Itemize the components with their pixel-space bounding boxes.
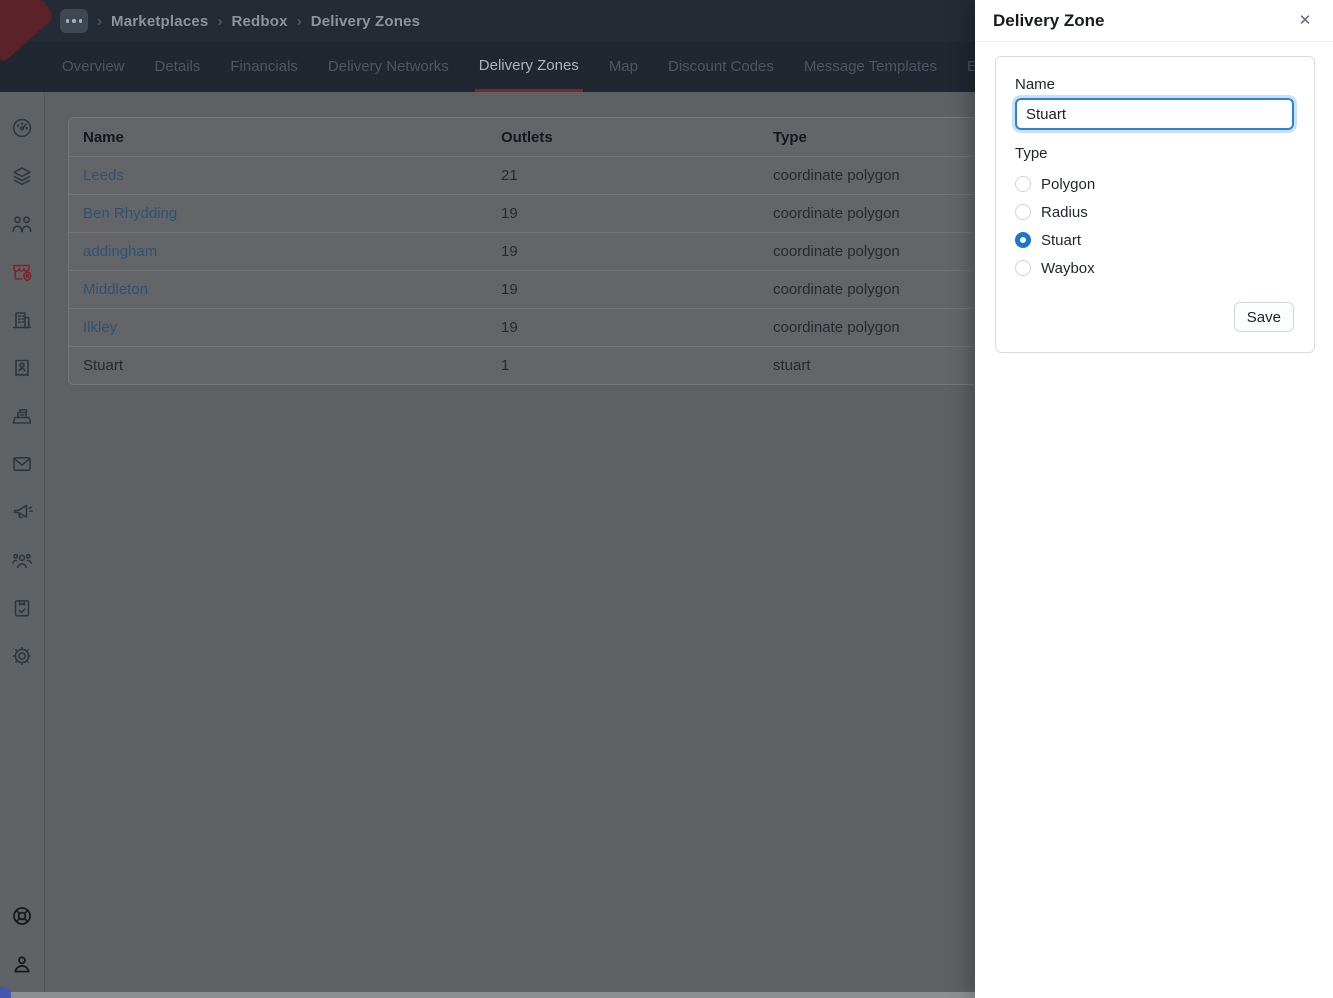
account-user-icon[interactable] (10, 952, 34, 976)
outlets-cell: 19 (501, 319, 518, 336)
delivery-zone-form: Name Type Polygon Radius Stuart Waybox S… (995, 56, 1315, 353)
outlets-cell: 21 (501, 167, 518, 184)
close-icon[interactable]: ✕ (1295, 11, 1315, 31)
clipboard-check-icon[interactable] (10, 596, 34, 620)
tab-message-templates[interactable]: Message Templates (800, 42, 941, 92)
outlets-cell: 19 (501, 205, 518, 222)
tab-financials[interactable]: Financials (226, 42, 302, 92)
column-header-name: Name (83, 128, 124, 146)
radio-option-radius[interactable]: Radius (1015, 198, 1294, 226)
ellipsis-icon (78, 19, 83, 23)
radio-option-polygon[interactable]: Polygon (1015, 170, 1294, 198)
drawer-title: Delivery Zone (993, 10, 1105, 30)
tab-map[interactable]: Map (605, 42, 642, 92)
tab-details[interactable]: Details (151, 42, 205, 92)
receipt-icon[interactable] (10, 356, 34, 380)
radio-option-waybox[interactable]: Waybox (1015, 254, 1294, 282)
ellipsis-icon (72, 19, 76, 23)
tab-delivery-networks[interactable]: Delivery Networks (324, 42, 453, 92)
settings-gear-icon[interactable] (10, 644, 34, 668)
chevron-right-icon: › (296, 12, 302, 30)
outlets-cell: 19 (501, 281, 518, 298)
ellipsis-icon (65, 19, 70, 23)
customers-icon[interactable] (10, 212, 34, 236)
zone-link[interactable]: Ben Rhydding (83, 205, 501, 222)
tab-discount-codes[interactable]: Discount Codes (664, 42, 778, 92)
radio-selected-icon[interactable] (1015, 232, 1031, 248)
radio-option-label: Radius (1041, 203, 1088, 221)
radio-unselected-icon[interactable] (1015, 204, 1031, 220)
radio-option-label: Stuart (1041, 231, 1082, 249)
radio-unselected-icon[interactable] (1015, 176, 1031, 192)
form-actions: Save (1015, 302, 1294, 332)
breadcrumb-item-redbox[interactable]: Redbox (231, 13, 287, 30)
zone-link[interactable]: Middleton (83, 281, 501, 298)
team-icon[interactable] (10, 548, 34, 572)
radio-option-label: Polygon (1041, 175, 1096, 193)
app-window: › Marketplaces › Redbox › Delivery Zones… (0, 0, 1333, 998)
tab-delivery-zones[interactable]: Delivery Zones (474, 42, 583, 92)
breadcrumb-item-marketplaces[interactable]: Marketplaces (111, 13, 208, 30)
outlets-cell: 19 (501, 243, 518, 260)
chevron-right-icon: › (217, 12, 223, 30)
cash-register-icon[interactable] (10, 404, 34, 428)
zone-link[interactable]: Ilkley (83, 319, 501, 336)
zone-link[interactable]: Leeds (83, 167, 501, 184)
megaphone-icon[interactable] (10, 500, 34, 524)
radio-option-label: Waybox (1041, 259, 1095, 277)
breadcrumb-menu-button[interactable] (60, 9, 88, 33)
help-lifebuoy-icon[interactable] (10, 904, 34, 928)
delivery-zone-drawer: Delivery Zone ✕ Name Type Polygon Radius… (975, 0, 1333, 998)
zone-link[interactable]: addingham (83, 243, 501, 260)
layers-icon[interactable] (10, 164, 34, 188)
column-header-outlets: Outlets (501, 128, 553, 146)
building-icon[interactable] (10, 308, 34, 332)
radio-option-stuart[interactable]: Stuart (1015, 226, 1294, 254)
sidebar (0, 92, 45, 998)
drawer-header: Delivery Zone ✕ (975, 0, 1333, 42)
dashboard-gauge-icon[interactable] (10, 116, 34, 140)
brand-logo (0, 0, 110, 95)
name-input[interactable] (1015, 98, 1294, 130)
type-field-label: Type (1015, 145, 1048, 162)
name-field-label: Name (1015, 76, 1056, 93)
breadcrumb-item-delivery-zones: Delivery Zones (310, 12, 421, 30)
save-button[interactable]: Save (1233, 302, 1294, 332)
mail-icon[interactable] (10, 452, 34, 476)
outlets-cell: 1 (501, 357, 510, 374)
storefront-pin-icon[interactable] (10, 260, 34, 284)
zone-name-cell: Stuart (83, 357, 124, 374)
radio-unselected-icon[interactable] (1015, 260, 1031, 276)
